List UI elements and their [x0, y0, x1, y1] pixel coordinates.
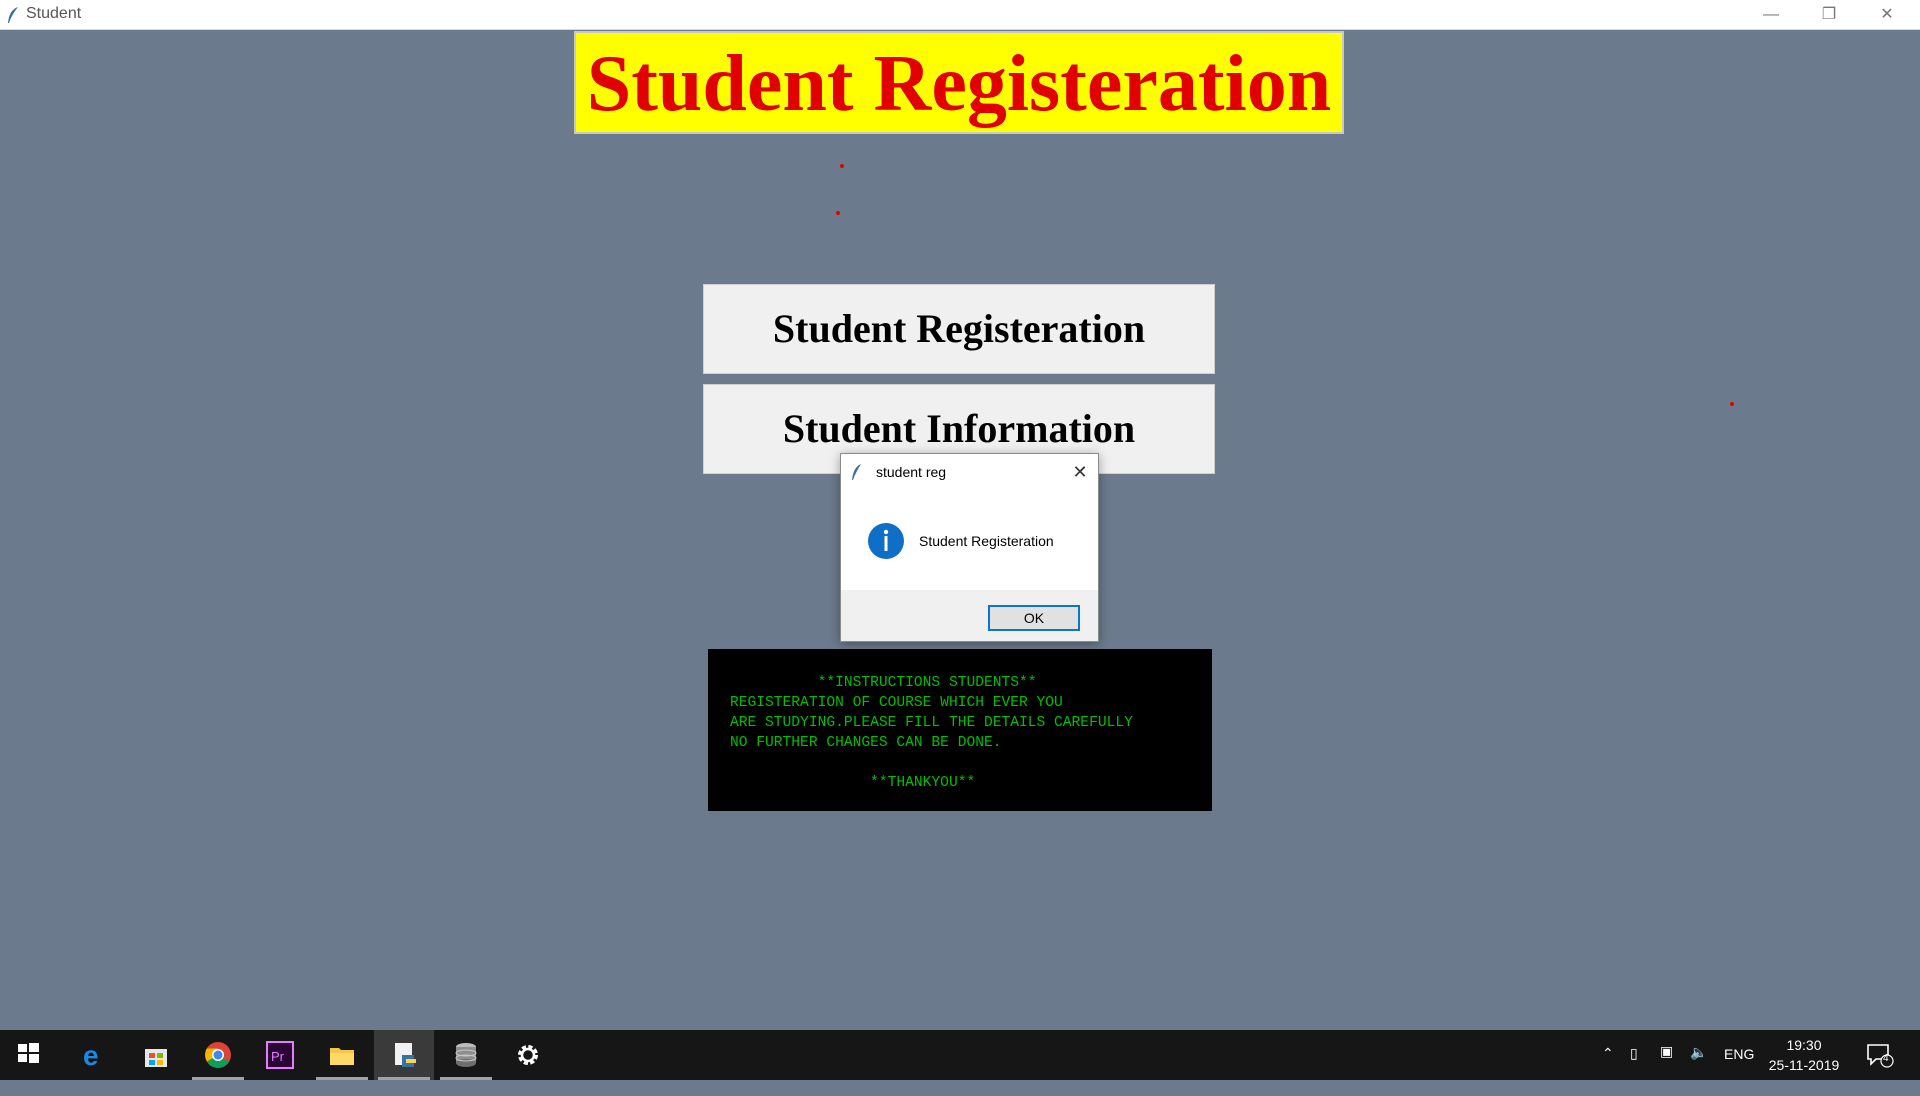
notification-count: 4	[1883, 1053, 1889, 1064]
feather-icon	[8, 7, 18, 23]
red-dot	[1730, 402, 1734, 406]
windows-start-icon[interactable]	[0, 1030, 60, 1080]
window-title: Student	[26, 5, 82, 22]
minimize-button[interactable]: —	[1742, 0, 1800, 29]
student-registration-button[interactable]: Student Registeration	[703, 284, 1215, 374]
svg-text:e: e	[83, 1041, 99, 1069]
clock-date: 25-11-2019	[1768, 1057, 1840, 1073]
dialog-close-button[interactable]: ✕	[1061, 454, 1099, 490]
notification-center-icon[interactable]: 4	[1866, 1042, 1894, 1068]
window-title-bar: Student — ❐ ✕	[0, 0, 1920, 30]
premiere-icon[interactable]: Pr	[250, 1030, 310, 1080]
network-icon[interactable]: ▣	[1660, 1043, 1673, 1093]
message-dialog: student reg ✕ Student Registeration OK	[840, 453, 1099, 642]
database-icon[interactable]	[436, 1030, 496, 1080]
file-explorer-icon[interactable]	[312, 1030, 372, 1080]
banner-title: Student Registeration	[586, 40, 1332, 128]
edge-icon[interactable]: e	[64, 1030, 124, 1080]
svg-text:Pr: Pr	[271, 1049, 285, 1064]
language-indicator[interactable]: ENG	[1724, 1046, 1754, 1096]
red-dot	[836, 211, 840, 215]
feather-icon	[852, 464, 861, 480]
info-icon	[868, 523, 904, 559]
volume-icon[interactable]: 🔈	[1690, 1044, 1707, 1094]
clock-time: 19:30	[1786, 1037, 1822, 1053]
page-banner: Student Registeration	[574, 31, 1344, 134]
chrome-icon[interactable]	[188, 1030, 248, 1080]
instructions-text: **INSTRUCTIONS STUDENTS** REGISTERATION …	[730, 675, 1133, 791]
store-icon[interactable]	[126, 1030, 186, 1080]
show-hidden-icons-icon[interactable]: ⌃	[1602, 1045, 1614, 1095]
red-dot	[840, 164, 844, 168]
dialog-title: student reg	[876, 464, 947, 480]
battery-icon[interactable]: ▯	[1630, 1045, 1638, 1095]
python-editor-icon[interactable]	[374, 1030, 434, 1080]
dialog-message: Student Registeration	[919, 533, 1054, 549]
instructions-panel: **INSTRUCTIONS STUDENTS** REGISTERATION …	[708, 649, 1212, 811]
ok-button[interactable]: OK	[988, 605, 1080, 631]
close-button[interactable]: ✕	[1858, 0, 1916, 29]
restore-button[interactable]: ❐	[1800, 0, 1858, 29]
clock[interactable]: 19:30 25-11-2019	[1762, 1035, 1846, 1075]
taskbar: e Pr ⌃ ▯ ▣ 🔈 ENG 19:30 25-11-2019 4	[0, 1030, 1920, 1080]
settings-icon[interactable]	[498, 1030, 558, 1080]
